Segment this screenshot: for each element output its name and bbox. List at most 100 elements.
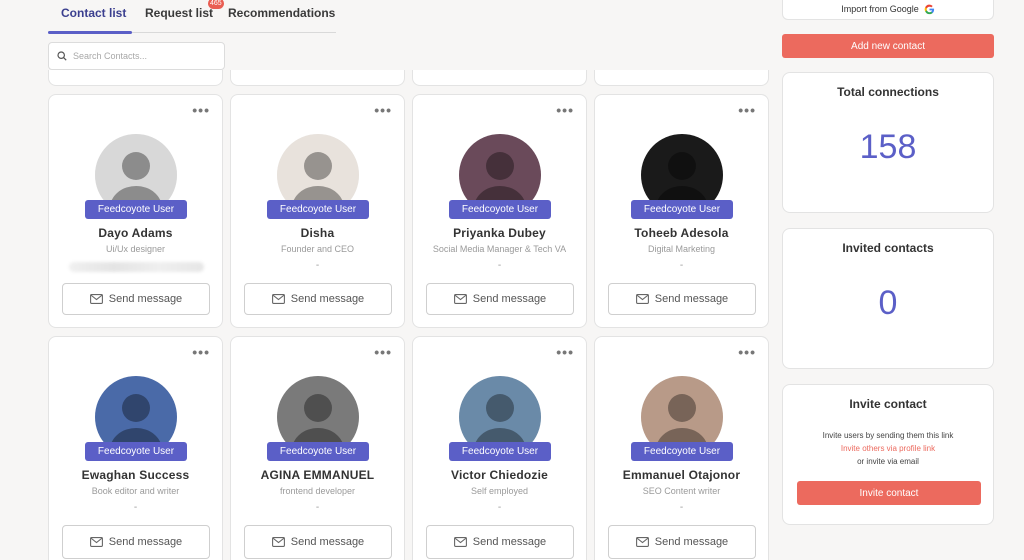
blurred-text xyxy=(69,262,204,272)
request-count-badge: 465 xyxy=(208,0,224,9)
contact-role: Book editor and writer xyxy=(91,486,180,496)
mail-icon xyxy=(453,294,467,304)
contact-role: frontend developer xyxy=(279,486,356,496)
contact-extra: - xyxy=(497,502,502,513)
more-options-icon[interactable]: ••• xyxy=(192,103,210,117)
invited-contacts-title: Invited contacts xyxy=(842,241,934,255)
more-options-icon[interactable]: ••• xyxy=(556,103,574,117)
contact-card[interactable]: ••• Feedcoyote User Victor Chiedozie Self e… xyxy=(412,336,587,560)
card-stub xyxy=(594,70,769,86)
more-options-icon[interactable]: ••• xyxy=(738,103,756,117)
contact-name[interactable]: Ewaghan Success xyxy=(49,468,222,482)
user-type-badge: Feedcoyote User xyxy=(85,442,187,461)
user-type-badge: Feedcoyote User xyxy=(85,200,187,219)
contact-name[interactable]: Emmanuel Otajonor xyxy=(595,468,768,482)
send-message-button[interactable]: Send message xyxy=(62,525,210,559)
more-options-icon[interactable]: ••• xyxy=(374,345,392,359)
search-icon xyxy=(57,51,67,61)
send-message-button[interactable]: Send message xyxy=(426,525,574,559)
send-message-label: Send message xyxy=(290,293,365,305)
contact-role: Digital Marketing xyxy=(647,244,716,254)
more-options-icon[interactable]: ••• xyxy=(192,345,210,359)
more-options-icon[interactable]: ••• xyxy=(738,345,756,359)
contact-card[interactable]: ••• Feedcoyote User Toheeb Adesola Digital … xyxy=(594,94,769,328)
send-message-label: Send message xyxy=(472,293,547,305)
total-connections-value: 158 xyxy=(859,128,917,166)
contact-role: SEO Content writer xyxy=(642,486,721,496)
contact-name[interactable]: Priyanka Dubey xyxy=(413,226,586,240)
total-connections-title: Total connections xyxy=(837,85,939,99)
search-input[interactable] xyxy=(73,51,213,61)
tab-bar: Contact list Request list 465 Recommenda… xyxy=(48,0,336,34)
invite-contact-card: Invite contact Invite users by sending t… xyxy=(782,384,994,525)
contact-card[interactable]: ••• Feedcoyote User Emmanuel Otajonor SEO C… xyxy=(594,336,769,560)
contact-card[interactable]: ••• Feedcoyote User Dayo Adams Ui/Ux design… xyxy=(48,94,223,328)
send-message-button[interactable]: Send message xyxy=(244,283,392,315)
send-message-button[interactable]: Send message xyxy=(608,525,756,559)
card-stub xyxy=(48,70,223,86)
import-google-button[interactable]: Import from Google xyxy=(782,0,994,20)
contact-extra: - xyxy=(315,502,320,513)
contact-role: Founder and CEO xyxy=(280,244,355,254)
contact-card[interactable]: ••• Feedcoyote User Priyanka Dubey Social M… xyxy=(412,94,587,328)
contact-card[interactable]: ••• Feedcoyote User Disha Founder and CEO - S… xyxy=(230,94,405,328)
user-type-badge: Feedcoyote User xyxy=(267,442,369,461)
more-options-icon[interactable]: ••• xyxy=(374,103,392,117)
active-tab-indicator xyxy=(48,31,132,34)
user-type-badge: Feedcoyote User xyxy=(631,442,733,461)
invited-contacts-value: 0 xyxy=(878,284,898,322)
mail-icon xyxy=(271,537,285,547)
invited-contacts-card: Invited contacts 0 xyxy=(782,228,994,369)
contact-card[interactable]: ••• Feedcoyote User AGINA EMMANUEL frontend… xyxy=(230,336,405,560)
contact-role: Self employed xyxy=(470,486,529,496)
total-connections-card: Total connections 158 xyxy=(782,72,994,213)
contact-extra: - xyxy=(497,260,502,271)
send-message-button[interactable]: Send message xyxy=(62,283,210,315)
invite-profile-link[interactable]: Invite others via profile link xyxy=(841,444,935,453)
contact-name[interactable]: Toheeb Adesola xyxy=(595,226,768,240)
mail-icon xyxy=(453,537,467,547)
send-message-label: Send message xyxy=(108,536,183,548)
contact-extra: - xyxy=(679,502,684,513)
contact-extra: - xyxy=(133,502,138,513)
contact-role: Ui/Ux designer xyxy=(105,244,166,254)
invite-email-text: or invite via email xyxy=(857,457,919,466)
contact-extra: - xyxy=(679,260,684,271)
contact-extra: - xyxy=(315,260,320,271)
contact-name[interactable]: AGINA EMMANUEL xyxy=(231,468,404,482)
mail-icon xyxy=(89,294,103,304)
mail-icon xyxy=(635,294,649,304)
send-message-button[interactable]: Send message xyxy=(244,525,392,559)
tab-recommendations[interactable]: Recommendations xyxy=(228,6,335,20)
mail-icon xyxy=(635,537,649,547)
mail-icon xyxy=(271,294,285,304)
more-options-icon[interactable]: ••• xyxy=(556,345,574,359)
contact-name[interactable]: Victor Chiedozie xyxy=(413,468,586,482)
send-message-button[interactable]: Send message xyxy=(608,283,756,315)
send-message-button[interactable]: Send message xyxy=(426,283,574,315)
send-message-label: Send message xyxy=(654,293,729,305)
invite-contact-button[interactable]: Invite contact xyxy=(797,481,981,505)
contact-card[interactable]: ••• Feedcoyote User Ewaghan Success Book ed… xyxy=(48,336,223,560)
contact-name[interactable]: Dayo Adams xyxy=(49,226,222,240)
tab-contact-list[interactable]: Contact list xyxy=(61,6,126,20)
tab-request-list[interactable]: Request list xyxy=(145,6,213,20)
add-new-contact-button[interactable]: Add new contact xyxy=(782,34,994,58)
send-message-label: Send message xyxy=(654,536,729,548)
send-message-label: Send message xyxy=(472,536,547,548)
contact-role: Social Media Manager & Tech VA xyxy=(432,244,567,254)
google-icon xyxy=(924,4,934,14)
contact-name[interactable]: Disha xyxy=(231,226,404,240)
user-type-badge: Feedcoyote User xyxy=(449,442,551,461)
user-type-badge: Feedcoyote User xyxy=(449,200,551,219)
send-message-label: Send message xyxy=(108,293,183,305)
user-type-badge: Feedcoyote User xyxy=(267,200,369,219)
card-stub xyxy=(412,70,587,86)
search-box xyxy=(48,42,225,70)
card-stub xyxy=(230,70,405,86)
import-google-label: Import from Google xyxy=(841,4,919,14)
send-message-label: Send message xyxy=(290,536,365,548)
mail-icon xyxy=(89,537,103,547)
invite-instructions: Invite users by sending them this link xyxy=(822,431,954,440)
user-type-badge: Feedcoyote User xyxy=(631,200,733,219)
